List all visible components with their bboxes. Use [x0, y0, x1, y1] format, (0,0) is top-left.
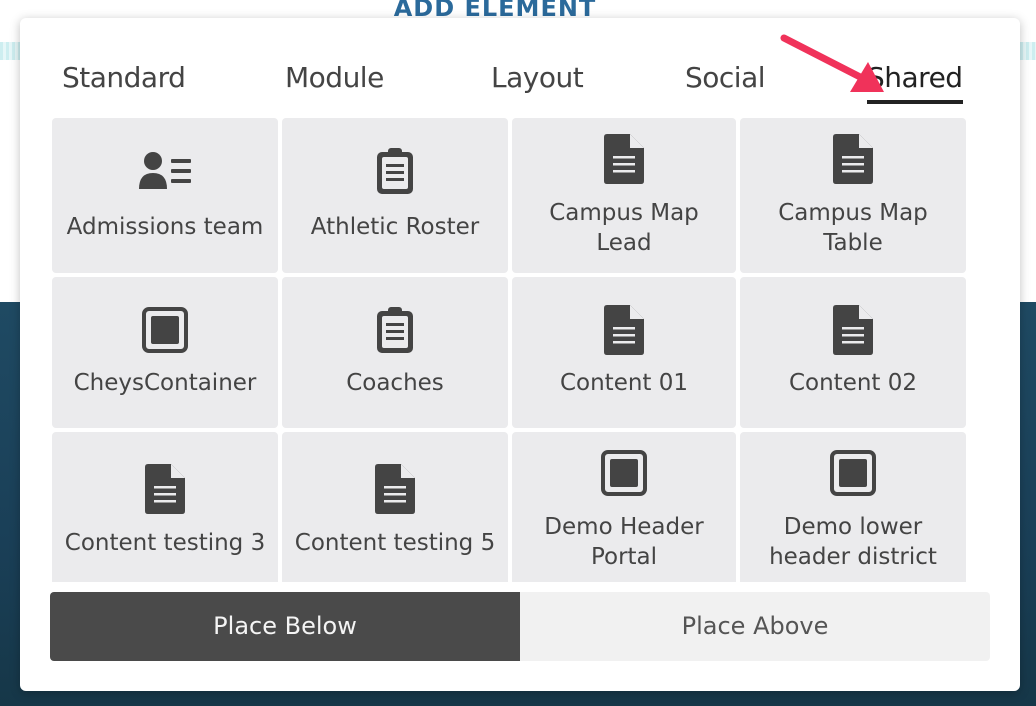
element-card-content-testing-3[interactable]: Content testing 3: [52, 432, 278, 582]
tab-social[interactable]: Social: [685, 58, 766, 100]
clipboard-icon: [282, 305, 508, 355]
element-card-athletic-roster[interactable]: Athletic Roster: [282, 118, 508, 273]
element-card-admissions-team[interactable]: Admissions team: [52, 118, 278, 273]
element-label: Content testing 3: [64, 530, 266, 556]
element-card-content-02[interactable]: Content 02: [740, 277, 966, 428]
document-icon: [740, 134, 966, 184]
container-icon: [740, 448, 966, 498]
document-icon: [740, 305, 966, 355]
container-icon: [52, 305, 278, 355]
element-label: Demo lower header district: [769, 514, 937, 570]
place-above-button[interactable]: Place Above: [520, 592, 990, 661]
tab-layout[interactable]: Layout: [491, 58, 584, 100]
element-card-campus-map-table[interactable]: Campus Map Table: [740, 118, 966, 273]
add-element-modal: Standard Module Layout Social Shared Adm…: [20, 18, 1020, 691]
element-label: Content 01: [559, 370, 689, 396]
document-icon: [52, 464, 278, 514]
element-card-cheyscontainer[interactable]: CheysContainer: [52, 277, 278, 428]
element-label: Campus Map Table: [778, 200, 928, 256]
tab-module[interactable]: Module: [285, 58, 384, 100]
document-icon: [512, 305, 736, 355]
container-icon: [512, 448, 736, 498]
element-label: Demo Header Portal: [544, 514, 704, 570]
element-card-demo-lower-header-district[interactable]: Demo lower header district: [740, 432, 966, 582]
tab-standard[interactable]: Standard: [62, 58, 186, 100]
arrow-annotation-icon: [780, 34, 884, 92]
element-label: Coaches: [346, 370, 444, 396]
element-card-coaches[interactable]: Coaches: [282, 277, 508, 428]
element-label: Admissions team: [66, 214, 264, 240]
element-label: Athletic Roster: [310, 214, 480, 240]
element-card-content-01[interactable]: Content 01: [512, 277, 736, 428]
document-icon: [282, 464, 508, 514]
element-card-campus-map-lead[interactable]: Campus Map Lead: [512, 118, 736, 273]
document-icon: [512, 134, 736, 184]
clipboard-icon: [282, 146, 508, 196]
element-label: Content testing 5: [294, 530, 496, 556]
element-card-demo-header-portal[interactable]: Demo Header Portal: [512, 432, 736, 582]
shared-elements-grid: Admissions team Athletic Roster Campus M…: [52, 118, 968, 582]
user-list-icon: [52, 146, 278, 196]
element-label: Campus Map Lead: [549, 200, 699, 256]
element-label: CheysContainer: [73, 370, 257, 396]
place-below-button[interactable]: Place Below: [50, 592, 520, 661]
placement-buttons: Place Below Place Above: [50, 592, 990, 661]
element-label: Content 02: [788, 370, 918, 396]
element-card-content-testing-5[interactable]: Content testing 5: [282, 432, 508, 582]
